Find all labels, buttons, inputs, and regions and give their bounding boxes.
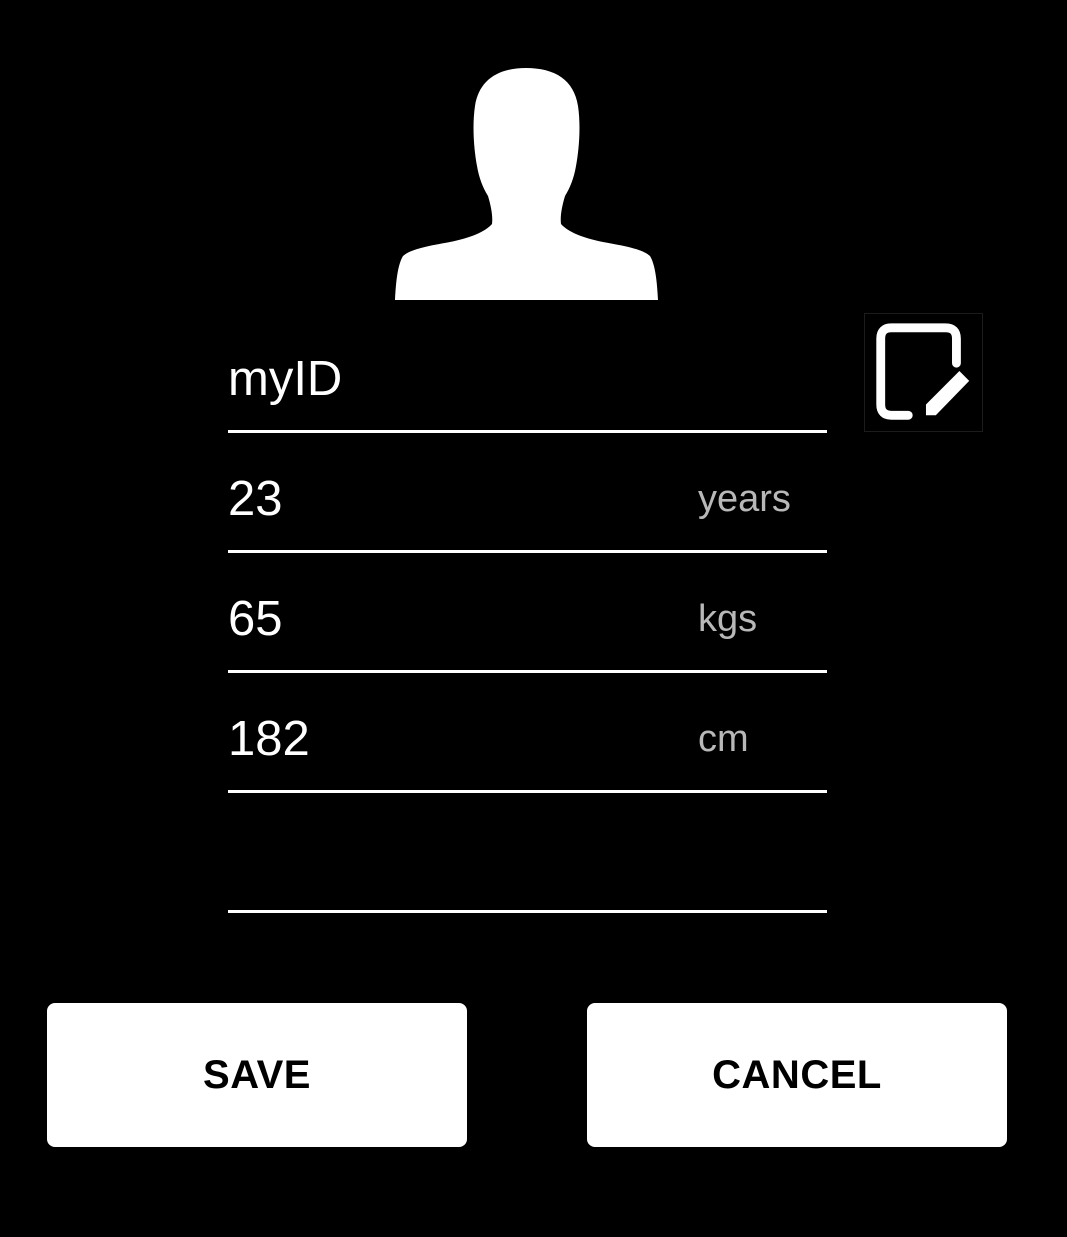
- cancel-button[interactable]: CANCEL: [587, 1003, 1007, 1147]
- id-field[interactable]: myID: [228, 313, 827, 433]
- extra-field[interactable]: [228, 793, 827, 913]
- age-value: 23: [228, 472, 283, 526]
- weight-unit-label: kgs: [698, 598, 758, 640]
- avatar-icon: [395, 66, 658, 300]
- height-field[interactable]: 182 cm: [228, 673, 827, 793]
- weight-field[interactable]: 65 kgs: [228, 553, 827, 673]
- edit-document-icon: [865, 314, 982, 431]
- save-button[interactable]: SAVE: [47, 1003, 467, 1147]
- age-field[interactable]: 23 years: [228, 433, 827, 553]
- height-value: 182: [228, 712, 310, 766]
- age-unit-label: years: [698, 478, 791, 520]
- edit-profile-button[interactable]: [864, 313, 983, 432]
- height-unit-label: cm: [698, 718, 749, 760]
- id-value: myID: [228, 352, 343, 406]
- weight-value: 65: [228, 592, 283, 646]
